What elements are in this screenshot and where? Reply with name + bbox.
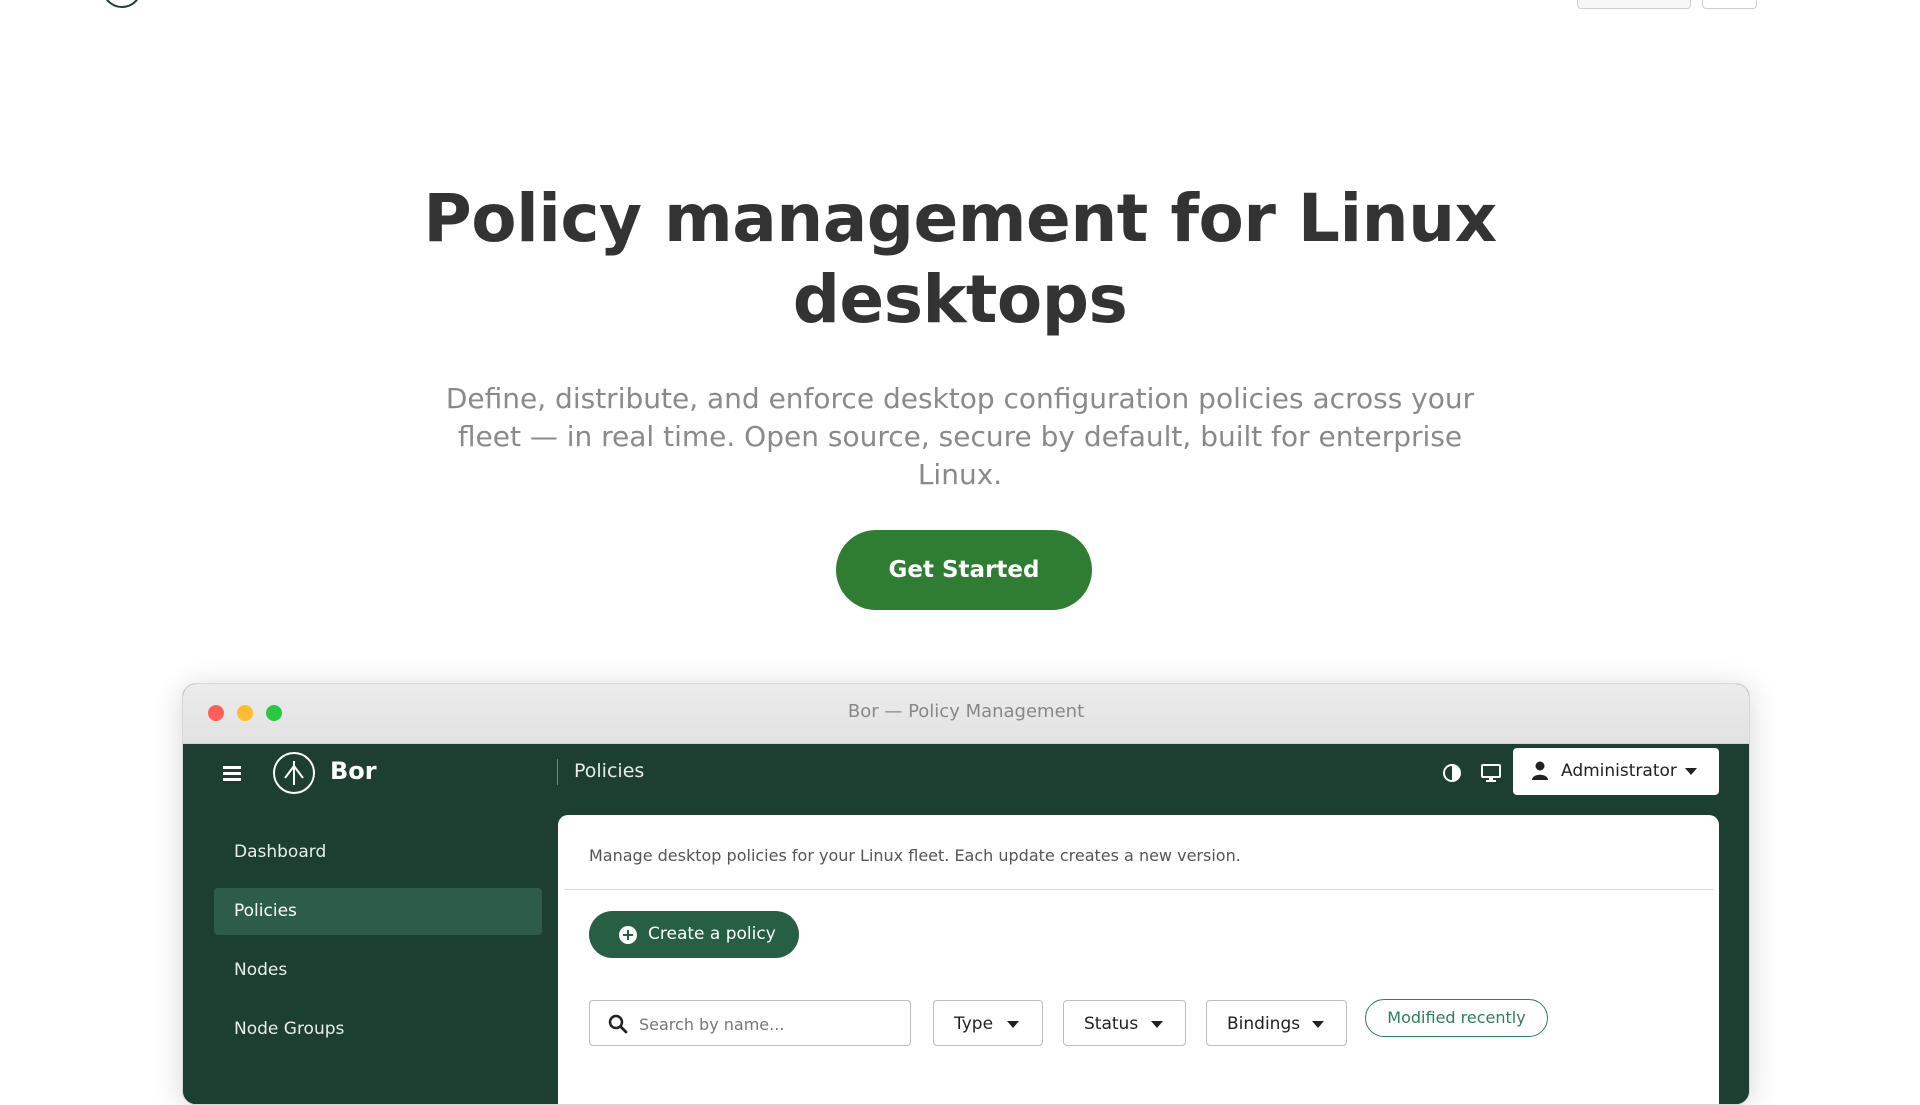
sidebar-item-node-groups[interactable]: Node Groups	[214, 1006, 542, 1053]
user-icon	[1532, 761, 1548, 780]
user-menu-label: Administrator	[1561, 761, 1677, 781]
caret-down-icon	[1685, 768, 1697, 775]
get-started-button[interactable]: Get Started	[836, 530, 1092, 610]
search-icon	[608, 1014, 628, 1034]
hero-title: Policy management for Linux desktops	[423, 180, 1497, 338]
search-input[interactable]	[637, 1010, 901, 1038]
user-menu-dropdown[interactable]: Administrator	[1513, 748, 1719, 795]
create-policy-button[interactable]: Create a policy	[589, 911, 799, 958]
window-title: Bor — Policy Management	[847, 701, 1085, 722]
content-divider	[564, 889, 1714, 890]
plus-circle-icon	[619, 926, 637, 944]
bindings-filter-dropdown[interactable]: Bindings	[1206, 1000, 1347, 1046]
app-preview-window: Bor — Policy Management Bor Policies Adm…	[182, 683, 1750, 1105]
policies-content-panel: Manage desktop policies for your Linux f…	[558, 815, 1719, 1104]
brand-logo-icon	[273, 752, 315, 794]
type-filter-dropdown[interactable]: Type	[933, 1000, 1043, 1046]
app-header: Bor Policies Administrator	[183, 744, 1749, 815]
search-field[interactable]	[589, 1000, 911, 1046]
caret-down-icon	[1312, 1021, 1324, 1028]
content-scroll-gutter	[1720, 815, 1749, 1104]
sidebar-item-dashboard[interactable]: Dashboard	[214, 829, 542, 876]
sidebar-item-nodes[interactable]: Nodes	[214, 947, 542, 994]
create-policy-label: Create a policy	[648, 924, 776, 944]
hero-subtitle: Define, distribute, and enforce desktop …	[445, 382, 1475, 491]
contrast-icon[interactable]	[1441, 762, 1463, 784]
hamburger-icon[interactable]	[223, 766, 241, 782]
top-nav-button-secondary[interactable]	[1702, 0, 1757, 9]
sidebar-item-policies[interactable]: Policies	[214, 888, 542, 935]
site-logo[interactable]	[102, 0, 142, 8]
sidebar-nav: Dashboard Policies Nodes Node Groups	[183, 815, 557, 1104]
window-titlebar: Bor — Policy Management	[183, 684, 1749, 744]
header-section-title: Policies	[574, 760, 645, 782]
caret-down-icon	[1007, 1021, 1019, 1028]
monitor-icon[interactable]	[1480, 762, 1502, 784]
type-filter-label: Type	[954, 1014, 994, 1034]
modified-recently-chip[interactable]: Modified recently	[1365, 999, 1548, 1037]
brand-name: Bor	[330, 757, 377, 785]
status-filter-dropdown[interactable]: Status	[1063, 1000, 1186, 1046]
page-description: Manage desktop policies for your Linux f…	[589, 846, 1241, 865]
caret-down-icon	[1151, 1021, 1163, 1028]
top-nav-button[interactable]	[1577, 0, 1691, 9]
status-filter-label: Status	[1084, 1014, 1139, 1034]
header-divider	[557, 759, 558, 785]
bindings-filter-label: Bindings	[1227, 1014, 1301, 1034]
sidebar-item-partial[interactable]	[214, 1065, 542, 1104]
